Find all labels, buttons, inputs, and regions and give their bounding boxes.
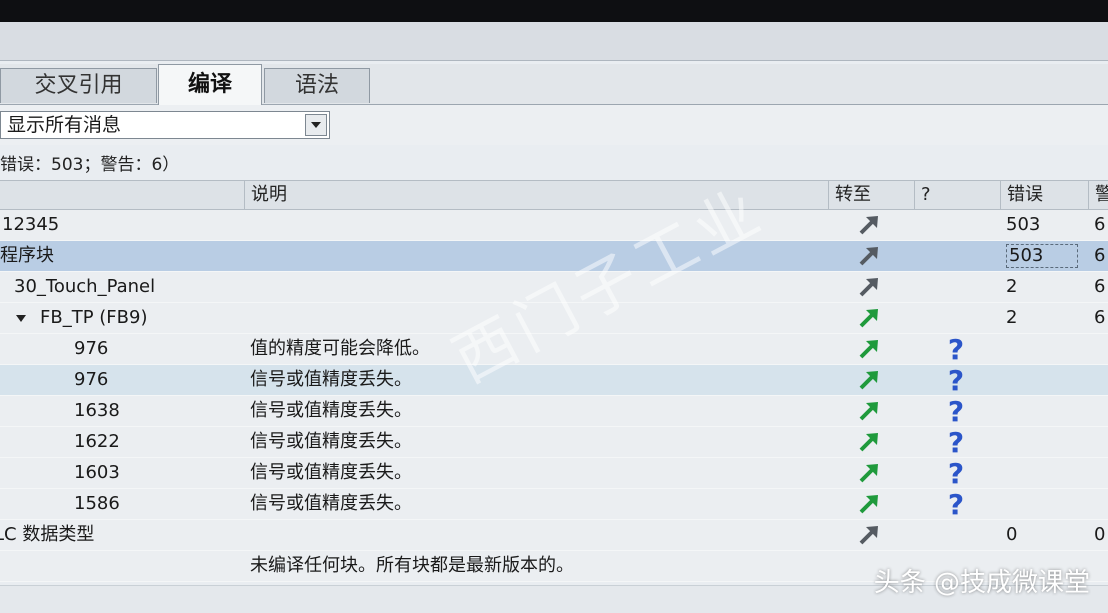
- tab-cross-reference[interactable]: 交叉引用: [0, 68, 157, 103]
- goto-arrow-icon[interactable]: [856, 336, 884, 366]
- table-row[interactable]: 976 值的精度可能会降低。 ?: [0, 334, 1108, 366]
- table-row[interactable]: 程序块 503 6: [0, 241, 1108, 272]
- expand-triangle-icon[interactable]: [16, 314, 26, 322]
- row-warnings: 6: [1094, 276, 1106, 297]
- goto-arrow-icon[interactable]: [856, 429, 884, 459]
- message-summary: 错误：503；警告：6）: [0, 155, 180, 175]
- column-header-warnings[interactable]: 警: [1088, 181, 1108, 209]
- table-row[interactable]: 12345 503 6: [0, 210, 1108, 241]
- table-header: 说明 转至 ? 错误 警: [0, 180, 1108, 210]
- goto-arrow-icon[interactable]: [856, 460, 884, 490]
- goto-arrow-icon[interactable]: [856, 305, 884, 335]
- row-name-expandable: FB_TP (FB9): [16, 303, 147, 333]
- column-header-description[interactable]: 说明: [244, 181, 828, 209]
- row-name: 12345: [2, 214, 60, 235]
- row-description: 信号或值精度丢失。: [250, 431, 412, 452]
- row-name: 976: [74, 338, 109, 359]
- row-name: 1622: [74, 431, 120, 452]
- row-warnings: 6: [1094, 245, 1106, 266]
- message-filter-value: 显示所有消息: [7, 114, 122, 136]
- help-question-icon[interactable]: ?: [944, 396, 968, 428]
- row-warnings: 6: [1094, 307, 1106, 328]
- row-errors: 2: [1006, 276, 1018, 297]
- message-filter-select[interactable]: 显示所有消息: [0, 111, 330, 139]
- row-name: FB_TP (FB9): [40, 307, 148, 328]
- compile-results-table: 说明 转至 ? 错误 警 12345 503 6 程序块 503 6 30_To…: [0, 180, 1108, 582]
- goto-arrow-icon[interactable]: [856, 491, 884, 521]
- window-top-bar: [0, 0, 1108, 22]
- goto-arrow-icon[interactable]: [856, 274, 884, 304]
- table-row[interactable]: 30_Touch_Panel 2 6: [0, 272, 1108, 303]
- table-row[interactable]: 1603 信号或值精度丢失。 ?: [0, 458, 1108, 490]
- row-errors: 0: [1006, 524, 1018, 545]
- chevron-down-icon[interactable]: [305, 114, 327, 136]
- table-row[interactable]: 1638 信号或值精度丢失。 ?: [0, 396, 1108, 428]
- row-name: 1586: [74, 493, 120, 514]
- row-warnings: 6: [1094, 214, 1106, 235]
- goto-arrow-icon[interactable]: [856, 367, 884, 397]
- table-row[interactable]: LC 数据类型 0 0: [0, 520, 1108, 551]
- help-question-icon[interactable]: ?: [944, 489, 968, 521]
- row-errors: 503: [1006, 214, 1041, 235]
- toolbar-area: [0, 22, 1108, 61]
- tab-strip: 交叉引用 编译 语法: [0, 64, 1108, 105]
- filter-bar: 显示所有消息: [0, 105, 1108, 145]
- row-name: 976: [74, 369, 109, 390]
- row-name: 程序块: [0, 245, 54, 266]
- column-header-errors[interactable]: 错误: [1000, 181, 1088, 209]
- row-description: 值的精度可能会降低。: [250, 338, 430, 359]
- row-errors: 2: [1006, 307, 1018, 328]
- tab-compile[interactable]: 编译: [158, 64, 262, 105]
- column-header-goto[interactable]: 转至: [828, 181, 914, 209]
- help-question-icon[interactable]: ?: [944, 458, 968, 490]
- tab-syntax[interactable]: 语法: [264, 68, 370, 103]
- brand-watermark: 头条 @技成微课堂: [873, 568, 1090, 598]
- table-row[interactable]: 1586 信号或值精度丢失。 ?: [0, 489, 1108, 521]
- row-name: 30_Touch_Panel: [14, 276, 156, 297]
- goto-arrow-icon[interactable]: [856, 398, 884, 428]
- help-question-icon[interactable]: ?: [944, 427, 968, 459]
- goto-arrow-icon[interactable]: [856, 243, 884, 273]
- row-name: 1603: [74, 462, 120, 483]
- row-name: 1638: [74, 400, 120, 421]
- table-row[interactable]: 976 信号或值精度丢失。 ?: [0, 365, 1108, 397]
- row-description: 信号或值精度丢失。: [250, 400, 412, 421]
- row-warnings: 0: [1094, 524, 1106, 545]
- help-question-icon[interactable]: ?: [944, 365, 968, 397]
- help-question-icon[interactable]: ?: [944, 334, 968, 366]
- row-name: LC 数据类型: [0, 524, 95, 545]
- row-description: 信号或值精度丢失。: [250, 462, 412, 483]
- row-description: 信号或值精度丢失。: [250, 369, 412, 390]
- table-row[interactable]: 1622 信号或值精度丢失。 ?: [0, 427, 1108, 459]
- row-description: 未编译任何块。所有块都是最新版本的。: [250, 555, 574, 576]
- goto-arrow-icon[interactable]: [856, 212, 884, 242]
- row-errors: 503: [1006, 244, 1079, 268]
- table-row[interactable]: FB_TP (FB9) 2 6: [0, 303, 1108, 334]
- row-description: 信号或值精度丢失。: [250, 493, 412, 514]
- goto-arrow-icon[interactable]: [856, 522, 884, 552]
- column-header-help[interactable]: ?: [914, 181, 1000, 209]
